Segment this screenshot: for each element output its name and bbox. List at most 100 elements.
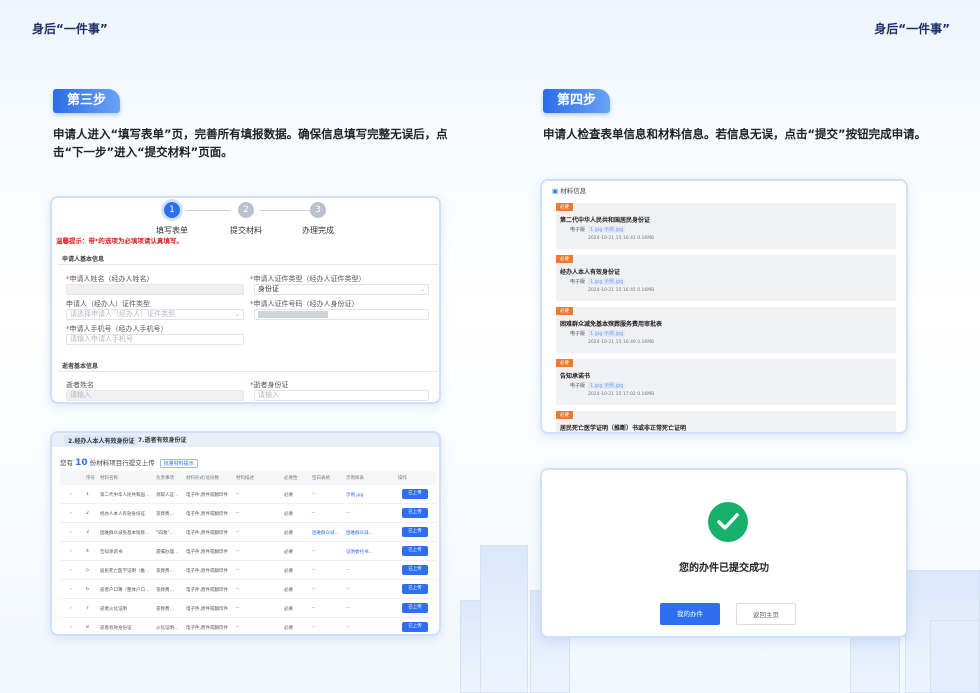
th-need: 必要性: [284, 476, 298, 481]
cell-blank[interactable]: --: [312, 568, 315, 573]
cell-blank[interactable]: --: [312, 549, 315, 554]
header-title-left: 身后“一件事”: [32, 22, 108, 36]
cell-desc: --: [236, 587, 240, 592]
cell-blank[interactable]: --: [312, 492, 315, 497]
cell-sample[interactable]: --: [346, 511, 349, 516]
table-row: › 6 逝者户口簿（整体户口… 丧葬费… 电子件,原件或翻印件 -- 必要 -- -- 已上传: [60, 580, 436, 599]
deceased-id-input[interactable]: 请输入: [254, 390, 429, 401]
cell-form: 电子件,原件或翻印件: [186, 493, 228, 498]
deceased-name-input[interactable]: 请输入: [66, 390, 244, 401]
material-info-panel: ▣ 材料信息 必要 第二代中华人民共和国居民身份证 电子版 1.jpg 示例.jpg 2…: [540, 179, 908, 434]
step-label-2: 提交材料: [230, 226, 262, 235]
expand-chevron-icon[interactable]: ›: [70, 549, 72, 554]
cell-sample[interactable]: --: [346, 568, 349, 573]
th-sample: 示例样表: [346, 476, 364, 481]
cell-blank[interactable]: 困难群众减…: [312, 530, 339, 536]
step-dot-1: 1: [164, 202, 180, 218]
id-type2-label: 申请人（经办人）证件类型: [66, 300, 150, 308]
material-name: 居民死亡医学证明（推断）书或非正常死亡证明: [560, 425, 687, 432]
table-row: › 3 困难群众减免基本殡葬… “四救”… 电子件,原件或翻印件 -- 必要 困难群众减… 困难…: [60, 523, 436, 542]
cell-desc: --: [236, 492, 240, 497]
material-file-link[interactable]: 1.jpg 示例.jpg: [588, 330, 626, 337]
th-form: 材料形式/总份数: [186, 476, 220, 481]
id-type-select[interactable]: 身份证 ⌄: [254, 284, 429, 295]
material-tag: 必要: [556, 307, 573, 315]
cell-form: 电子件,原件或翻印件: [186, 588, 228, 593]
id-number-label: *申请人证件号码（经办人身份证）: [250, 299, 359, 309]
cell-form: 电子件,原件或翻印件: [186, 550, 228, 555]
material-name: 困难群众减免基本殡葬服务费用审批表: [560, 321, 663, 328]
step-dot-3: 3: [310, 202, 326, 218]
id-type2-select[interactable]: 请选择申请人（经办人）证件类型 ⌄: [66, 309, 244, 320]
progress-stepper: 1 2 3 填写表单 提交材料 办理完成: [156, 202, 362, 242]
cell-sample[interactable]: --: [346, 606, 349, 611]
batch-tip-button[interactable]: 批量材料提示: [159, 459, 198, 468]
cell-form: 电子件,原件或翻印件: [186, 569, 228, 574]
cell-sample[interactable]: 困难群众减…: [346, 530, 373, 536]
cell-sample[interactable]: 示例.jpg: [346, 492, 363, 498]
applicant-name-input[interactable]: [66, 284, 244, 295]
expand-chevron-icon[interactable]: ›: [70, 625, 72, 630]
cell-blank[interactable]: --: [312, 625, 315, 630]
header-title-right: 身后“一件事”: [874, 22, 950, 36]
expand-chevron-icon[interactable]: ›: [70, 511, 72, 516]
th-op: 操作: [398, 476, 407, 481]
cell-name: 居民死亡医学证明（推…: [100, 569, 150, 574]
my-cases-button[interactable]: 我的办件: [660, 603, 720, 625]
cell-item: 领取人证…: [156, 493, 179, 498]
cell-need: 必要: [284, 588, 293, 593]
uploaded-button[interactable]: 已上传: [402, 546, 428, 556]
cell-item: “四救”…: [156, 531, 175, 536]
table-header: 序号 材料名称 负责事项 材料形式/总份数 材料描述 必要性 空白表格 示例样表…: [60, 471, 436, 485]
step-dot-2: 2: [238, 202, 254, 218]
cell-name: 困难群众减免基本殡葬…: [100, 531, 150, 536]
uploaded-button[interactable]: 已上传: [402, 527, 428, 537]
material-file-link[interactable]: 1.jpg 示例.jpg: [588, 226, 626, 233]
expand-chevron-icon[interactable]: ›: [70, 530, 72, 535]
blurred-value: [258, 311, 328, 318]
cell-blank[interactable]: --: [312, 587, 315, 592]
tab-applicant-id[interactable]: 2.经办人本人有效身份证: [64, 435, 139, 446]
expand-chevron-icon[interactable]: ›: [70, 606, 72, 611]
cell-blank[interactable]: --: [312, 606, 315, 611]
uploaded-button[interactable]: 已上传: [402, 565, 428, 575]
phone-input[interactable]: 请输入申请人手机号: [66, 334, 244, 345]
chevron-down-icon: ⌄: [419, 286, 425, 293]
uploaded-button[interactable]: 已上传: [402, 603, 428, 613]
material-tag: 必要: [556, 411, 573, 419]
cell-sample[interactable]: --: [346, 625, 349, 630]
material-tag: 必要: [556, 255, 573, 263]
expand-chevron-icon[interactable]: ›: [70, 587, 72, 592]
cell-no: 3: [86, 530, 89, 535]
deceased-name-label: 逝者姓名: [66, 381, 94, 389]
cell-sample[interactable]: 证明委托书…: [346, 549, 373, 555]
material-name: 告知承诺书: [560, 373, 591, 380]
material-item: 必要居民死亡医学证明（推断）书或非正常死亡证明: [556, 411, 896, 432]
material-file-link[interactable]: 1.jpg 示例.jpg: [588, 278, 626, 285]
uploaded-button[interactable]: 已上传: [402, 622, 428, 632]
material-info-title-text: 材料信息: [560, 187, 587, 195]
expand-chevron-icon[interactable]: ›: [70, 568, 72, 573]
uploaded-button[interactable]: 已上传: [402, 584, 428, 594]
id-number-input[interactable]: [254, 309, 429, 320]
table-row: › 4 告知承诺书 遗嘱办理… 电子件,原件或翻印件 -- 必要 -- 证明委托书… 已上传: [60, 542, 436, 561]
th-item: 负责事项: [156, 476, 174, 481]
material-file-link[interactable]: 1.jpg 示例.jpg: [588, 382, 626, 389]
uploaded-button[interactable]: 已上传: [402, 489, 428, 499]
expand-chevron-icon[interactable]: ›: [70, 492, 72, 497]
tab-deceased-id[interactable]: 7.逝者有效身份证: [138, 435, 186, 444]
cell-item: 丧葬费…: [156, 569, 174, 574]
cell-name: 逝者有效身份证: [100, 626, 132, 631]
cell-form: 电子件,原件或翻印件: [186, 626, 228, 631]
cell-sample[interactable]: --: [346, 587, 349, 592]
material-tag: 必要: [556, 359, 573, 367]
deceased-id-label-text: 逝者身份证: [253, 381, 289, 389]
cell-blank[interactable]: --: [312, 511, 315, 516]
material-item: 必要 困难群众减免基本殡葬服务费用审批表 电子版 1.jpg 示例.jpg 2024-1…: [556, 307, 896, 353]
material-item: 必要 经办人本人有效身份证 电子版 1.jpg 示例.jpg 2024-10-21 15…: [556, 255, 896, 301]
id-number-label-text: 申请人证件号码（经办人身份证）: [253, 300, 359, 308]
return-home-button[interactable]: 返回主页: [736, 603, 796, 625]
uploaded-button[interactable]: 已上传: [402, 508, 428, 518]
cell-desc: --: [236, 511, 240, 516]
material-tag: 必要: [556, 203, 573, 211]
